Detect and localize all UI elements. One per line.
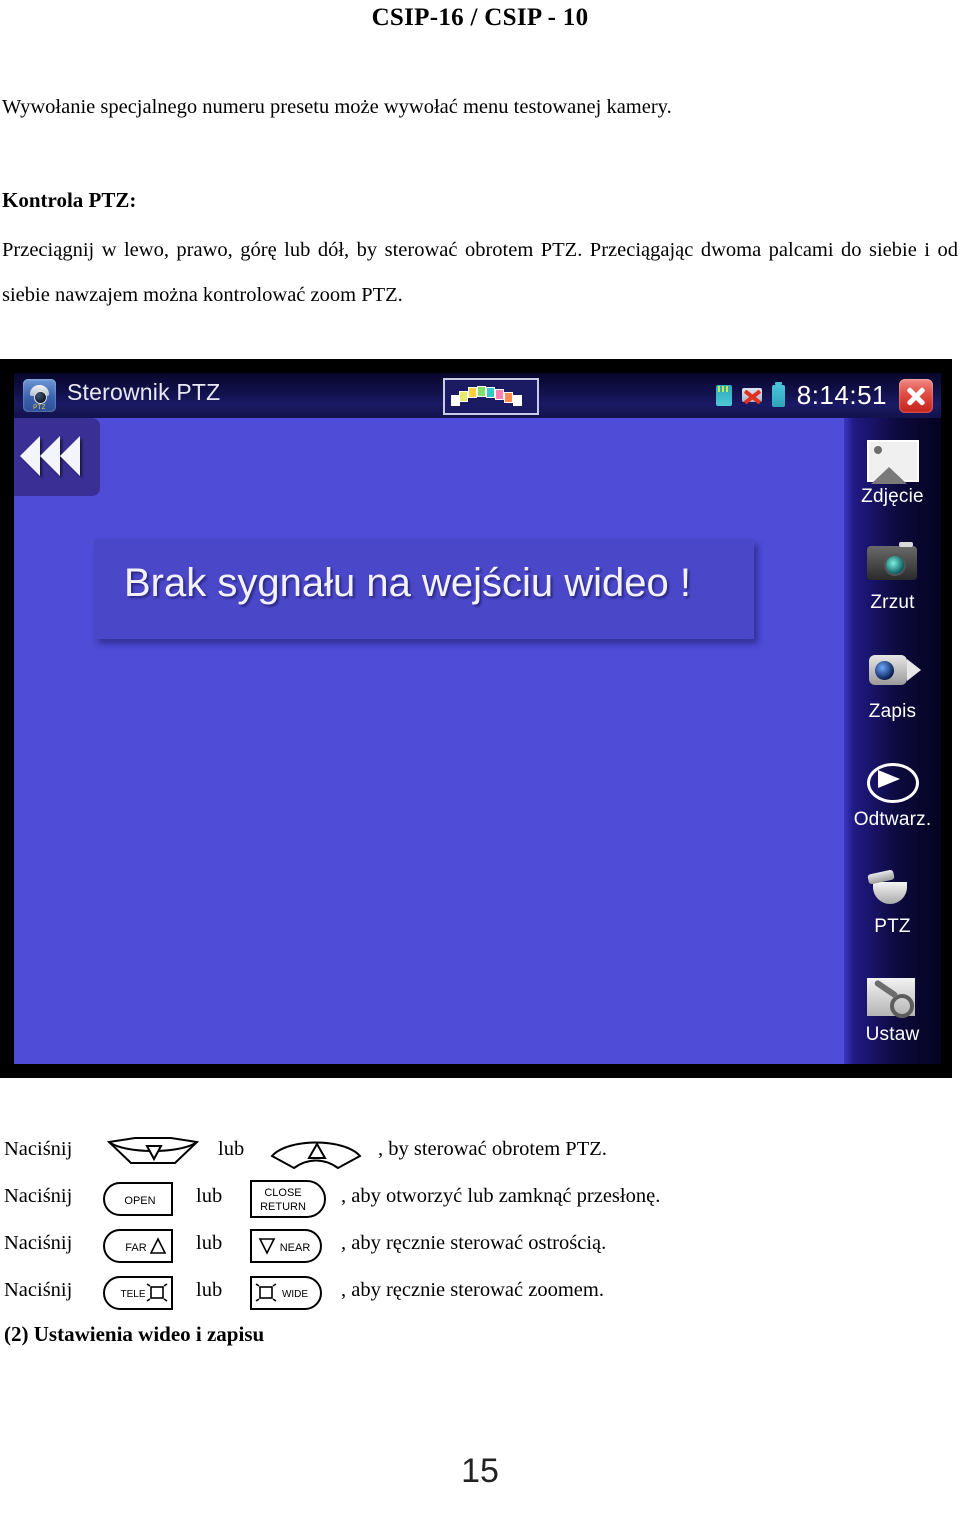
or-label: lub <box>196 1232 223 1254</box>
wide-label: WIDE <box>282 1289 308 1300</box>
camcorder-icon <box>868 655 907 685</box>
arc-up-button[interactable] <box>268 1132 364 1172</box>
app-title: Sterownik PTZ <box>67 379 221 405</box>
no-video-signal-banner: Brak sygnału na wejściu wideo ! <box>94 539 754 639</box>
battery-icon <box>771 381 785 407</box>
sidebar-item-zdjecie[interactable]: Zdjęcie <box>844 440 941 508</box>
far-label: FAR <box>125 1242 146 1254</box>
sidebar-item-label: Zapis <box>868 701 917 722</box>
device-screen: PTZ Sterownik PTZ 8:14:51 Brak sygnału n… <box>14 373 941 1064</box>
collapse-left-icon[interactable] <box>14 418 100 496</box>
or-label: lub <box>196 1279 223 1301</box>
ptz-controller-screenshot: PTZ Sterownik PTZ 8:14:51 Brak sygnału n… <box>0 359 952 1078</box>
no-video-signal-text: Brak sygnału na wejściu wideo ! <box>124 561 691 605</box>
waveform-bars <box>451 386 529 406</box>
page-number: 15 <box>461 1452 499 1490</box>
wide-button[interactable]: WIDE <box>247 1273 329 1313</box>
sidebar-item-zapis[interactable]: Zapis <box>844 655 941 723</box>
tele-button[interactable]: TELE <box>100 1273 176 1313</box>
or-label: lub <box>218 1138 245 1160</box>
sidebar-item-label: Ustaw <box>865 1024 920 1045</box>
instruction-row: Naciśnij OPEN lub CLOSE RETURN , aby otw… <box>0 1175 960 1222</box>
wrench-gear-icon <box>866 978 915 1016</box>
arc-down-button[interactable] <box>105 1132 201 1172</box>
sidebar-item-zrzut[interactable]: Zrzut <box>844 546 941 614</box>
sidebar-item-ustawienia[interactable]: Ustaw <box>844 978 941 1046</box>
press-label: Naciśnij <box>4 1185 73 1207</box>
network-disconnected-icon <box>741 386 763 406</box>
close-icon[interactable] <box>899 378 933 413</box>
picture-icon <box>866 440 919 482</box>
next-section-heading: (2) Ustawienia wideo i zapisu <box>4 1322 265 1346</box>
instruction-text: , aby otworzyć lub zamknąć przesłonę. <box>341 1185 661 1207</box>
or-label: lub <box>196 1185 223 1207</box>
ptz-camera-icon: PTZ <box>23 379 56 412</box>
sidebar-item-label: Odtwarz. <box>853 809 932 830</box>
near-label: NEAR <box>280 1242 311 1254</box>
app-icon-tag: PTZ <box>33 405 46 411</box>
instruction-list: Naciśnij lub , by sterować obrotem PTZ. … <box>0 1128 960 1316</box>
near-button[interactable]: NEAR <box>247 1226 329 1266</box>
sidebar-item-ptz[interactable]: PTZ <box>844 870 941 938</box>
sidebar-item-label: PTZ <box>874 916 911 937</box>
far-button[interactable]: FAR <box>100 1226 176 1266</box>
sidebar-item-label: Zrzut <box>870 592 915 613</box>
ptz-dome-icon <box>867 870 913 908</box>
clock: 8:14:51 <box>796 380 887 410</box>
press-label: Naciśnij <box>4 1279 73 1301</box>
status-tray: 8:14:51 <box>715 373 933 418</box>
page-title: CSIP-16 / CSIP - 10 <box>371 4 589 31</box>
tele-label: TELE <box>120 1289 145 1300</box>
close-label: CLOSE <box>264 1187 301 1199</box>
close-return-button[interactable]: CLOSE RETURN <box>247 1177 329 1221</box>
signal-waveform-icon[interactable] <box>443 378 539 415</box>
instruction-row: Naciśnij lub , by sterować obrotem PTZ. <box>0 1128 960 1175</box>
instruction-row: Naciśnij TELE lub WIDE , aby ręcznie ste… <box>0 1269 960 1316</box>
sidebar-item-label: Zdjęcie <box>861 486 924 507</box>
camera-icon <box>866 546 917 580</box>
press-label: Naciśnij <box>4 1232 73 1254</box>
instruction-text: , by sterować obrotem PTZ. <box>378 1138 607 1160</box>
sd-card-icon <box>715 385 732 406</box>
open-button[interactable]: OPEN <box>100 1179 176 1219</box>
intro-paragraph: Wywołanie specjalnego numeru presetu moż… <box>2 96 672 118</box>
function-sidebar: Zdjęcie Zrzut Zapis Odtwarz. PTZ Ustaw <box>844 418 941 1064</box>
play-icon <box>866 763 919 803</box>
app-titlebar: PTZ Sterownik PTZ 8:14:51 <box>14 373 941 418</box>
return-label: RETURN <box>260 1201 306 1213</box>
open-label: OPEN <box>124 1195 155 1207</box>
section-heading: Kontrola PTZ: <box>2 188 137 212</box>
body-paragraph: Przeciągnij w lewo, prawo, górę lub dół,… <box>2 239 958 306</box>
press-label: Naciśnij <box>4 1138 73 1160</box>
instruction-text: , aby ręcznie sterować ostrością. <box>341 1232 607 1254</box>
instruction-row: Naciśnij FAR lub NEAR , aby ręcznie ster… <box>0 1222 960 1269</box>
instruction-text: , aby ręcznie sterować zoomem. <box>341 1279 604 1301</box>
lens-shape <box>34 391 47 404</box>
sidebar-item-odtwarzanie[interactable]: Odtwarz. <box>844 763 941 831</box>
